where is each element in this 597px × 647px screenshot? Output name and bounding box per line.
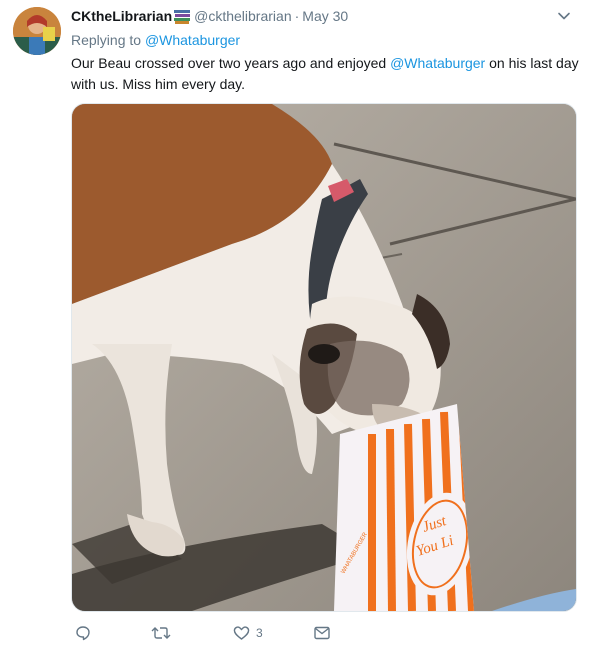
avatar[interactable] [13, 7, 61, 55]
like-count: 3 [256, 626, 263, 640]
reply-icon [75, 625, 91, 641]
heart-icon [233, 625, 250, 641]
avatar-image [13, 7, 61, 55]
envelope-icon [314, 626, 330, 640]
dog-photo-image: Just You Li WHATABURGER [72, 104, 576, 611]
retweet-button[interactable] [151, 622, 171, 644]
like-button[interactable]: 3 [233, 622, 263, 644]
mention-link[interactable]: @Whataburger [390, 55, 485, 71]
tweet-text: Our Beau crossed over two years ago and … [71, 53, 581, 95]
replying-handle-link[interactable]: @Whataburger [145, 32, 240, 48]
display-name[interactable]: CKtheLibrarian [71, 8, 172, 24]
separator-dot: · [294, 8, 300, 24]
user-handle[interactable]: @ckthelibrarian [194, 8, 291, 24]
retweet-icon [151, 625, 171, 641]
books-emoji-icon [174, 9, 191, 29]
tweet-photo[interactable]: Just You Li WHATABURGER [71, 103, 577, 612]
replying-prefix: Replying to [71, 32, 145, 48]
tweet-actions: 3 [71, 622, 491, 644]
tweet-text-part1: Our Beau crossed over two years ago and … [71, 55, 391, 71]
tweet[interactable]: CKtheLibrarian @ckthelibrarian · May 30 Rep… [0, 0, 597, 647]
tweet-date[interactable]: May 30 [302, 8, 348, 24]
tweet-header: CKtheLibrarian @ckthelibrarian · May 30 [71, 6, 577, 26]
reply-button[interactable] [75, 622, 91, 644]
direct-message-button[interactable] [314, 622, 330, 644]
replying-to: Replying to @Whataburger [71, 30, 240, 50]
chevron-down-icon[interactable] [557, 9, 571, 23]
